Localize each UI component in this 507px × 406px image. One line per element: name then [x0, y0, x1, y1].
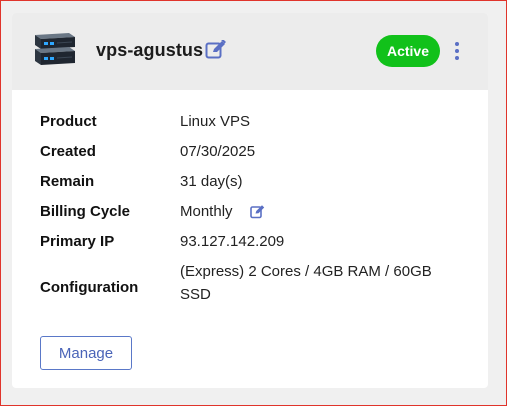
- detail-value: SSD: [180, 286, 211, 303]
- detail-value: Linux VPS: [180, 113, 251, 130]
- server-rack-icon: [35, 33, 75, 65]
- kebab-menu-icon[interactable]: [448, 39, 466, 63]
- detail-label: Created: [40, 143, 96, 160]
- card-header: vps-agustus Active: [12, 13, 488, 90]
- detail-label: Billing Cycle: [40, 203, 131, 220]
- service-card: vps-agustus Active Product Linux VPS Cre…: [12, 13, 488, 388]
- manage-button[interactable]: Manage: [40, 336, 132, 370]
- detail-value: (Express) 2 Cores / 4GB RAM / 60GB: [180, 263, 432, 280]
- detail-label: Product: [40, 113, 97, 130]
- status-badge: Active: [376, 35, 440, 67]
- detail-value: 07/30/2025: [180, 143, 256, 160]
- detail-value: Monthly: [180, 203, 233, 220]
- edit-pencil-icon[interactable]: [250, 204, 266, 219]
- server-name: vps-agustus: [96, 40, 204, 60]
- edit-pencil-icon[interactable]: [205, 40, 227, 60]
- detail-value: 31 day(s): [180, 173, 243, 190]
- detail-label: Remain: [40, 173, 95, 190]
- detail-label: Configuration: [40, 279, 139, 296]
- detail-label: Primary IP: [40, 233, 115, 250]
- detail-value: 93.127.142.209: [180, 233, 285, 250]
